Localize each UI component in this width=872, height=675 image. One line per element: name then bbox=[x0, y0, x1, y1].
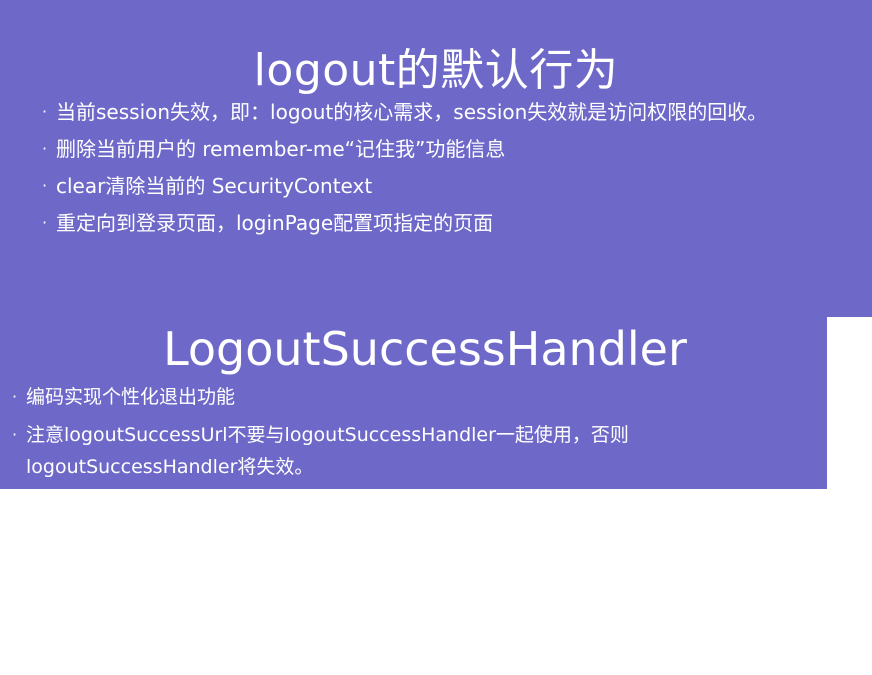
bullet-dot-icon: · bbox=[42, 213, 48, 232]
bullet-dot-icon: · bbox=[12, 425, 18, 444]
bullet-text: 注意logoutSuccessUrl不要与logoutSuccessHandle… bbox=[26, 424, 629, 478]
bullet-list-logout-success-handler: · 编码实现个性化退出功能 · 注意logoutSuccessUrl不要与logou… bbox=[12, 381, 812, 489]
bullet-dot-icon: · bbox=[42, 102, 48, 121]
bullet-item: · 编码实现个性化退出功能 bbox=[12, 381, 812, 413]
bullet-dot-icon: · bbox=[12, 387, 18, 406]
bullet-dot-icon: · bbox=[42, 139, 48, 158]
bullet-text: 重定向到登录页面，loginPage配置项指定的页面 bbox=[56, 211, 494, 235]
bullet-item: · clear清除当前的 SecurityContext bbox=[42, 170, 842, 202]
bullet-item: · 注意logoutSuccessUrl不要与logoutSuccessHandl… bbox=[12, 419, 812, 483]
slide-title-logout-success-handler: LogoutSuccessHandler bbox=[163, 322, 687, 376]
bullet-text: 删除当前用户的 remember-me“记住我”功能信息 bbox=[56, 137, 506, 161]
bullet-text: 当前session失效，即：logout的核心需求，session失效就是访问权… bbox=[56, 100, 768, 124]
bullet-list-logout-default: · 当前session失效，即：logout的核心需求，session失效就是访问… bbox=[42, 96, 842, 244]
bullet-dot-icon: · bbox=[42, 176, 48, 195]
bullet-item: · 删除当前用户的 remember-me“记住我”功能信息 bbox=[42, 133, 842, 165]
bullet-item: · 重定向到登录页面，loginPage配置项指定的页面 bbox=[42, 207, 842, 239]
slide-title-logout-default: logout的默认行为 bbox=[253, 45, 619, 96]
bullet-item: · 当前session失效，即：logout的核心需求，session失效就是访问… bbox=[42, 96, 842, 128]
bullet-text: clear清除当前的 SecurityContext bbox=[56, 174, 373, 198]
bullet-text: 编码实现个性化退出功能 bbox=[26, 386, 236, 408]
